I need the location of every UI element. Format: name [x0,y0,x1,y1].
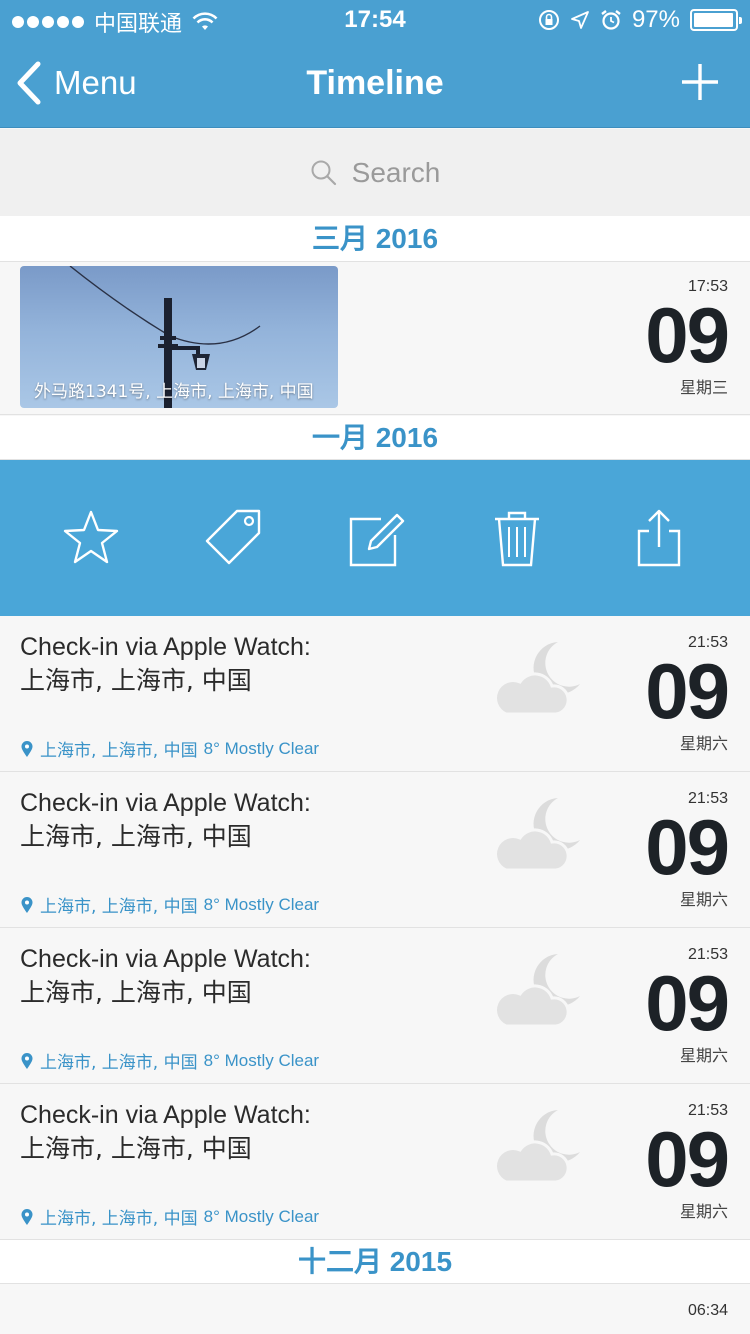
timeline-entry[interactable]: Check-in via Apple Watch: 上海市, 上海市, 中国 上… [0,1084,750,1240]
location-arrow-icon [571,11,589,29]
entry-title: Check-in via Apple Watch: 上海市, 上海市, 中国 [20,630,311,698]
entry-weather-text: 8° Mostly Clear [203,738,320,758]
star-icon [63,510,119,564]
entry-title-line2: 上海市, 上海市, 中国 [20,978,252,1007]
entry-title-line1: Check-in via Apple Watch: [20,1101,311,1129]
entry-action-toolbar [0,460,750,616]
entry-weather-text: 8° Mostly Clear [203,1206,320,1226]
entry-location: 上海市, 上海市, 中国 8° Mostly Clear [20,1204,319,1229]
search-placeholder: Search [351,156,441,188]
battery-percent: 97% [631,6,680,33]
entry-title: Check-in via Apple Watch: 上海市, 上海市, 中国 [20,1098,311,1166]
entry-weather-text: 8° Mostly Clear [203,894,320,914]
edit-icon [349,513,405,567]
location-pin-icon [21,740,33,757]
search-icon [311,160,336,185]
photo-entry-row[interactable]: 外马路1341号, 上海市, 上海市, 中国 17:53 09 星期三 [0,262,750,415]
section-header: 三月 2016 [0,216,750,262]
moon-cloud-icon [496,954,580,1028]
section-header: 十二月 2015 [0,1240,750,1284]
search-bar[interactable]: Search [0,129,750,216]
entry-title-line2: 上海市, 上海市, 中国 [20,666,252,695]
battery-icon [690,9,742,31]
section-header: 一月 2016 [0,416,750,460]
tag-button[interactable] [203,507,263,569]
entry-title: Check-in via Apple Watch: 上海市, 上海市, 中国 [20,942,311,1010]
timeline-entry[interactable]: 06:34 [0,1284,750,1334]
entry-date: 21:53 09 星期六 [645,946,730,1066]
entry-title-line1: Check-in via Apple Watch: [20,945,311,973]
search-field[interactable]: Search [310,156,441,189]
entry-location: 上海市, 上海市, 中国 8° Mostly Clear [20,736,319,761]
entry-title: Check-in via Apple Watch: 上海市, 上海市, 中国 [20,786,311,854]
entry-photo[interactable]: 外马路1341号, 上海市, 上海市, 中国 [20,266,338,408]
entry-day: 09 [645,803,730,891]
timeline-entry[interactable]: Check-in via Apple Watch: 上海市, 上海市, 中国 上… [0,928,750,1084]
alarm-icon [601,10,621,30]
entry-location: 上海市, 上海市, 中国 8° Mostly Clear [20,1048,319,1073]
section-header-label: 三月 2016 [311,223,439,254]
section-header-label: 一月 2016 [311,422,439,453]
rotation-lock-icon [538,10,559,30]
entry-day: 09 [645,959,730,1047]
entry-location-text: 上海市, 上海市, 中国 [40,1209,198,1229]
entry-date: 06:34 [688,1302,728,1320]
photo-caption: 外马路1341号, 上海市, 上海市, 中国 [34,382,314,402]
location-pin-icon [21,896,33,913]
navigation-bar: Menu Timeline [0,40,750,128]
add-entry-button[interactable] [680,62,720,102]
tag-icon [205,509,261,565]
entry-location-text: 上海市, 上海市, 中国 [40,1053,198,1073]
entry-day: 09 [645,647,730,735]
entry-title-line1: Check-in via Apple Watch: [20,633,311,661]
location-pin-icon [21,1208,33,1225]
status-right: 97% [538,6,742,34]
entry-date: 17:53 09 星期三 [645,278,730,398]
page-title: Timeline [306,64,444,102]
entry-date: 21:53 09 星期六 [645,790,730,910]
moon-cloud-icon [496,642,580,716]
entry-day: 09 [645,1115,730,1203]
share-button[interactable] [629,507,689,569]
timeline-entry[interactable]: Check-in via Apple Watch: 上海市, 上海市, 中国 上… [0,616,750,772]
entry-location-text: 上海市, 上海市, 中国 [40,897,198,917]
entry-location-text: 上海市, 上海市, 中国 [40,741,198,761]
entry-location: 上海市, 上海市, 中国 8° Mostly Clear [20,892,319,917]
entry-time: 06:34 [687,1302,728,1319]
entry-date: 21:53 09 星期六 [645,1102,730,1222]
star-button[interactable] [61,507,121,569]
section-header-label: 十二月 2015 [297,1246,453,1277]
delete-button[interactable] [487,507,547,569]
trash-icon [495,511,539,567]
entry-title-line2: 上海市, 上海市, 中国 [20,1134,252,1163]
edit-button[interactable] [345,507,405,569]
entry-weather-text: 8° Mostly Clear [203,1050,320,1070]
timeline-entry[interactable]: Check-in via Apple Watch: 上海市, 上海市, 中国 上… [0,772,750,928]
entry-title-line1: Check-in via Apple Watch: [20,789,311,817]
entry-date: 21:53 09 星期六 [645,634,730,754]
share-icon [637,509,681,567]
status-bar: 中国联通 17:54 97% [0,0,750,40]
location-pin-icon [21,1052,33,1069]
moon-cloud-icon [496,798,580,872]
entry-title-line2: 上海市, 上海市, 中国 [20,822,252,851]
moon-cloud-icon [496,1110,580,1184]
entry-day: 09 [645,291,730,379]
